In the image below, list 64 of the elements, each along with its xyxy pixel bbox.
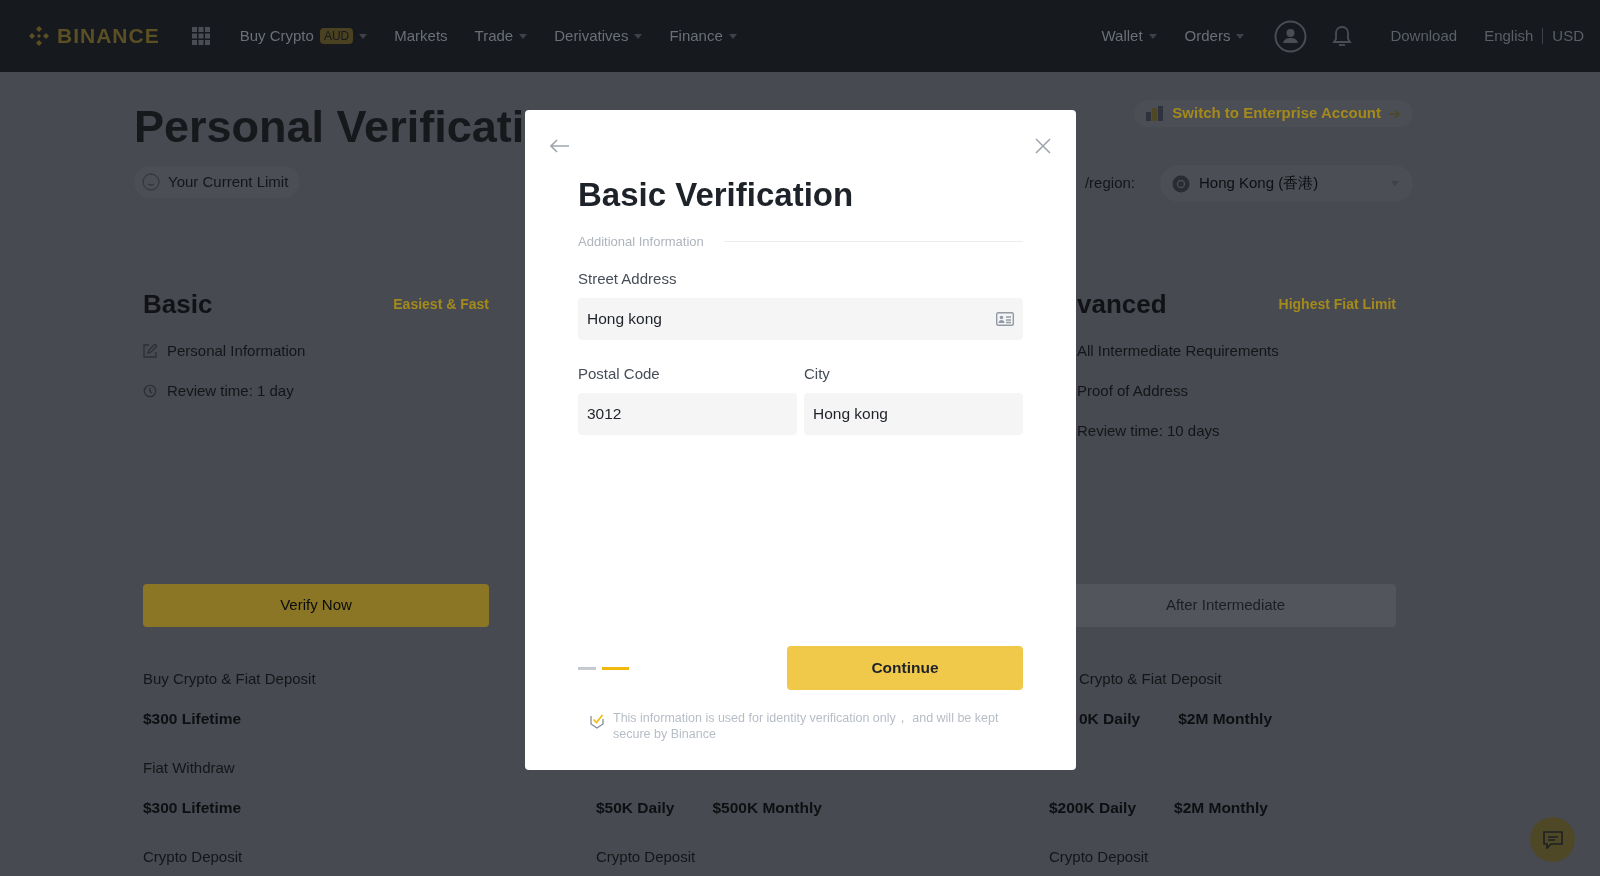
enterprise-link[interactable]: Switch to Enterprise Account [1134, 100, 1413, 127]
verify-button[interactable]: Verify Now [143, 584, 489, 627]
privacy-notice: This information is used for identity verification only， and will be kept secure by Binance [613, 710, 1000, 742]
bell-icon[interactable] [1332, 25, 1353, 47]
logo-text[interactable]: BINANCE [57, 20, 160, 52]
arrow-right-icon [1389, 108, 1401, 119]
field-label: City [804, 364, 831, 383]
limit-value: $300 Lifetime [143, 798, 242, 819]
nav-link[interactable]: Buy Crypto [239, 24, 314, 48]
chat-button[interactable] [1530, 817, 1575, 862]
chat-icon [1542, 830, 1563, 849]
limit-value: $200K Daily [1049, 798, 1137, 819]
nav-link[interactable]: Orders [1184, 24, 1231, 48]
limit-label: Crypto Deposit [143, 846, 243, 867]
limit-label: Buy Crypto & Fiat Deposit [143, 668, 316, 689]
limit-value: $2M Monthly [1174, 798, 1268, 819]
download-link[interactable]: Download [1390, 24, 1458, 48]
close-icon[interactable] [1035, 138, 1051, 154]
section-label: Additional Information [578, 233, 704, 251]
limit-value: $500K Monthly [712, 798, 822, 819]
tier-title: Basic [143, 287, 213, 321]
input-field[interactable]: Hong kong [804, 392, 1023, 435]
limit-label: Crypto Deposit [596, 846, 696, 867]
flag-icon [1172, 174, 1190, 193]
limit-value: $300 Lifetime [143, 709, 242, 730]
nav-link[interactable]: Wallet [1101, 24, 1143, 48]
region-select[interactable]: Hong Kong (香港) [1160, 165, 1413, 202]
apps-grid-icon[interactable] [191, 27, 210, 45]
language-link[interactable]: English [1484, 24, 1534, 48]
logo-icon [27, 24, 51, 48]
edit-icon [143, 344, 157, 358]
nav-link[interactable]: Finance [669, 24, 723, 48]
requirement-text: Proof of Address [1077, 380, 1188, 401]
nav-link[interactable]: Derivatives [554, 24, 629, 48]
limit-label: Fiat Withdraw [143, 757, 235, 778]
back-arrow-icon[interactable] [550, 139, 570, 153]
currency-link[interactable]: USD [1552, 24, 1584, 48]
id-card-icon[interactable] [996, 311, 1014, 326]
clock-icon [143, 384, 157, 398]
field-label: Street Address [578, 269, 678, 288]
input-field[interactable]: 3012 [578, 392, 797, 435]
input-field[interactable]: Hong kong [578, 297, 1023, 340]
nav-link[interactable]: Markets [394, 24, 448, 48]
shield-check-icon [590, 713, 604, 729]
continue-button[interactable]: Continue [787, 646, 1023, 690]
tier-tag: Easiest & Fast [393, 293, 489, 315]
limit-label: Crypto & Fiat Deposit [1079, 668, 1222, 689]
building-icon [1146, 106, 1165, 121]
limit-label: Crypto Deposit [1049, 846, 1149, 867]
tier-title: vanced [1077, 287, 1167, 321]
field-label: Postal Code [578, 364, 661, 383]
dialog-title: Basic Verification [578, 175, 855, 215]
requirement-text: Personal Information [167, 340, 306, 361]
limit-value: $50K Daily [596, 798, 675, 819]
limit-value: 0K Daily [1079, 709, 1141, 730]
requirement-text: Review time: 1 day [167, 380, 294, 401]
tier-tag: Highest Fiat Limit [1278, 293, 1396, 315]
user-avatar-icon[interactable] [1274, 19, 1308, 53]
requirement-text: All Intermediate Requirements [1077, 340, 1279, 361]
region-label: /region: [1084, 173, 1135, 194]
nav-link[interactable]: Trade [474, 24, 514, 48]
requirement-text: Review time: 10 days [1077, 420, 1220, 441]
limit-value: $2M Monthly [1178, 709, 1273, 730]
current-limit-pill[interactable]: Your Current Limit [134, 166, 301, 198]
